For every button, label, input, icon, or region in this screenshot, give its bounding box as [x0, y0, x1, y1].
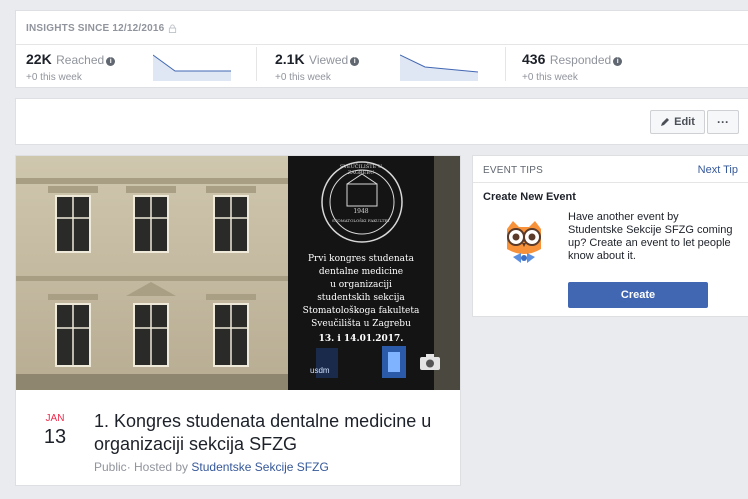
- event-month: JAN: [45, 413, 65, 424]
- stat-value: 2.1K: [275, 51, 305, 67]
- next-tip-link[interactable]: Next Tip: [698, 164, 738, 176]
- stat-value: 22K: [26, 51, 52, 67]
- event-day: 13: [43, 426, 67, 448]
- cover-text: SVEUČILIŠTE U ZAGREBU STOMATOLOŠKI FAKUL…: [288, 156, 434, 390]
- stat-sub: +0 this week: [522, 72, 578, 83]
- stat-label: Reached: [56, 53, 105, 67]
- reached-sparkline: [153, 54, 231, 81]
- host-link[interactable]: Studentske Sekcije SFZG: [191, 460, 328, 474]
- event-title[interactable]: 1. Kongres studenata dentalne medicine u…: [94, 410, 449, 456]
- tips-title: Create New Event: [483, 191, 576, 203]
- cover-line: Stomatološkoga fakulteta: [302, 306, 420, 316]
- owl-icon: [507, 221, 541, 263]
- insights-card: INSIGHTS SINCE 12/12/2016 22K Reached i +…: [15, 10, 748, 88]
- cover-dates: 13. i 14.01.2017.: [318, 334, 404, 344]
- event-tips-card: EVENT TIPS Next Tip Create New Event Hav…: [472, 155, 748, 317]
- cover-line: Sveučilišta u Zagrebu: [311, 319, 411, 329]
- insights-header-label: INSIGHTS SINCE 12/12/2016: [26, 23, 165, 34]
- info-icon[interactable]: i: [613, 57, 623, 66]
- event-date: JAN 13: [40, 413, 70, 449]
- event-meta: Public· Hosted by Studentske Sekcije SFZ…: [94, 460, 329, 474]
- stat-separator: [256, 47, 257, 81]
- create-event-button[interactable]: Create: [568, 282, 708, 308]
- insights-header: INSIGHTS SINCE 12/12/2016: [26, 23, 177, 34]
- stat-separator: [505, 47, 506, 81]
- tips-header: EVENT TIPS: [483, 165, 543, 176]
- event-cover-photo[interactable]: SVEUČILIŠTE U ZAGREBU STOMATOLOŠKI FAKUL…: [16, 156, 460, 390]
- edit-label: Edit: [674, 116, 695, 128]
- pencil-icon: [661, 118, 670, 126]
- cover-line: Prvi kongres studenata: [308, 254, 414, 264]
- cover-logo-text: usdm: [310, 366, 330, 375]
- tips-text: Have another event by Studentske Sekcije…: [568, 211, 733, 262]
- stat-sub: +0 this week: [26, 72, 82, 83]
- action-bar: Edit ···: [15, 98, 748, 145]
- insights-divider: [16, 44, 748, 45]
- seal-top-text: SVEUČILIŠTE U ZAGREBU: [339, 164, 383, 176]
- stat-label: Responded: [549, 53, 612, 67]
- stat-viewed[interactable]: 2.1K Viewed i +0 this week: [275, 51, 360, 83]
- event-visibility: Public: [94, 460, 127, 474]
- stat-label: Viewed: [309, 53, 349, 67]
- more-options-button[interactable]: ···: [707, 110, 739, 134]
- edit-button[interactable]: Edit: [650, 110, 705, 134]
- info-icon[interactable]: i: [350, 57, 360, 66]
- tips-divider: [473, 182, 748, 183]
- stat-value: 436: [522, 51, 546, 67]
- cover-line: u organizaciji: [330, 280, 392, 290]
- seal-year: 1948: [353, 208, 369, 215]
- camera-icon[interactable]: [419, 353, 441, 371]
- cover-line: studentskih sekcija: [317, 293, 405, 303]
- stat-responded[interactable]: 436 Responded i +0 this week: [522, 51, 623, 83]
- stat-reached[interactable]: 22K Reached i +0 this week: [26, 51, 116, 83]
- info-icon[interactable]: i: [106, 57, 116, 66]
- stat-sub: +0 this week: [275, 72, 331, 83]
- cover-line: dentalne medicine: [318, 267, 404, 277]
- seal-bottom-text: STOMATOLOŠKI FAKULTET: [331, 218, 391, 223]
- event-card: SVEUČILIŠTE U ZAGREBU STOMATOLOŠKI FAKUL…: [15, 155, 461, 486]
- hosted-by-prefix: · Hosted by: [126, 460, 192, 474]
- lock-icon: [169, 24, 177, 33]
- viewed-sparkline: [400, 54, 478, 81]
